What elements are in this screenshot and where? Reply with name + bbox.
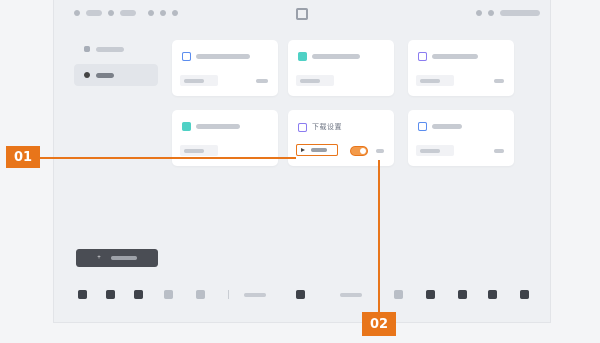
status-icon [148, 10, 154, 16]
card-title [432, 54, 478, 59]
sidebar-item-icon [84, 46, 90, 52]
center-app-icon [296, 8, 308, 20]
setting-card-6[interactable] [408, 110, 514, 166]
callout-01-line [38, 157, 296, 159]
card-chip[interactable] [416, 75, 454, 86]
status-icon [172, 10, 178, 16]
callout-02-badge: 02 [362, 312, 396, 336]
sidebar-item-icon [84, 72, 90, 78]
play-icon [301, 148, 305, 152]
teal-square-icon [182, 122, 191, 131]
status-right-group [476, 10, 540, 16]
settings-icon[interactable] [520, 290, 529, 299]
status-item [500, 10, 540, 16]
purple-square-icon [298, 122, 307, 132]
callout-01-badge: 01 [6, 146, 40, 168]
status-item [120, 10, 136, 16]
card-right-value [494, 79, 504, 83]
phone-icon[interactable] [426, 290, 435, 299]
download-toggle[interactable] [350, 146, 368, 156]
status-icon [488, 10, 494, 16]
fan-icon[interactable] [134, 290, 143, 299]
seat-icon[interactable] [164, 290, 173, 299]
sidebar-item-1[interactable] [74, 38, 158, 60]
add-button[interactable]: + [76, 249, 158, 267]
status-left-group [74, 10, 178, 16]
status-item [86, 10, 102, 16]
sidebar-item-label [96, 46, 124, 52]
dock-temp-left [244, 293, 266, 297]
callout-02-line [378, 160, 380, 312]
app-screen: 下载设置 + [54, 0, 550, 322]
download-path-chip[interactable] [296, 144, 338, 156]
card-right-value [494, 149, 504, 153]
dock-temp-right [340, 293, 362, 297]
status-icon [74, 10, 80, 16]
setting-card-1[interactable] [172, 40, 278, 96]
apps-grid-icon[interactable] [488, 290, 497, 299]
card-chip[interactable] [180, 145, 218, 156]
card-title [196, 124, 240, 129]
sidebar [74, 38, 158, 90]
sidebar-item-2[interactable] [74, 64, 158, 86]
bottom-dock [54, 284, 550, 306]
card-title [196, 54, 250, 59]
climate-icon[interactable] [296, 290, 305, 299]
card-chip[interactable] [180, 75, 218, 86]
dock-divider [228, 290, 229, 299]
car-icon[interactable] [106, 290, 115, 299]
download-toggle-group [350, 146, 384, 156]
status-icon [108, 10, 114, 16]
plus-icon: + [97, 255, 101, 261]
card-title: 下载设置 [312, 124, 342, 131]
card-chip[interactable] [416, 145, 454, 156]
home-icon[interactable] [78, 290, 87, 299]
status-icon [160, 10, 166, 16]
toggle-knob [360, 148, 366, 154]
setting-card-2[interactable] [288, 40, 394, 96]
purple-square-icon [418, 52, 427, 61]
setting-card-3[interactable] [408, 40, 514, 96]
teal-square-icon [298, 52, 307, 61]
blue-square-icon [182, 52, 191, 61]
setting-card-download[interactable]: 下载设置 [288, 110, 394, 166]
status-icon [476, 10, 482, 16]
music-icon[interactable] [458, 290, 467, 299]
defrost-icon[interactable] [196, 290, 205, 299]
defrost-rear-icon[interactable] [394, 290, 403, 299]
card-title [312, 54, 360, 59]
status-bar [54, 0, 550, 30]
blue-square-icon [418, 122, 427, 131]
sidebar-item-label [96, 72, 114, 78]
card-chip[interactable] [296, 75, 334, 86]
card-title [432, 124, 462, 129]
